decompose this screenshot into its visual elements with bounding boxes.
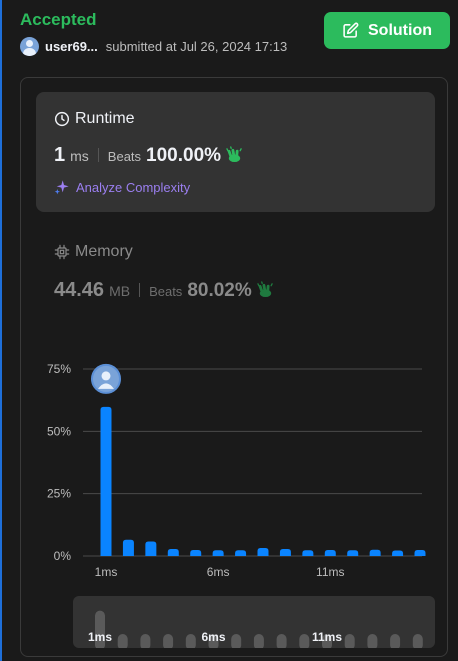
mini-chart-bar [163,634,174,648]
runtime-card[interactable]: Runtime 1 ms Beats 100.00% Analyze Compl… [36,92,435,212]
runtime-beats-percent: 100.00% [146,145,222,166]
mini-chart-bar [140,634,151,648]
analyze-complexity-link[interactable]: Analyze Complexity [54,179,190,195]
mini-x-tick-label: 11ms [312,630,342,644]
runtime-stats: 1 ms Beats 100.00% [54,144,244,167]
memory-title: Memory [54,243,133,261]
mini-chart-bar [299,634,310,648]
memory-value: 44.46 [54,279,105,301]
mini-chart-bar [367,634,378,648]
mini-chart-bar [344,634,355,648]
chart-bar [235,550,247,556]
chart-bar [302,550,314,556]
clapping-hands-icon [256,281,275,303]
mini-x-tick-label: 6ms [201,630,225,644]
chart-range-navigator[interactable]: 1ms 6ms 11ms [73,596,435,648]
status-accepted: Accepted [20,10,97,29]
x-tick-label: 11ms [316,565,344,579]
memory-title-label: Memory [75,243,133,260]
chart-bar [324,550,336,556]
chart-bar [167,549,179,556]
memory-beats-label: Beats [149,284,183,299]
chart-bar [100,406,112,556]
divider [139,283,141,297]
chart-bar [279,549,291,556]
chart-bar [145,541,157,556]
chart-bar [190,550,202,556]
solution-button-label: Solution [368,21,432,39]
mini-chart-bar [390,634,401,648]
y-tick-label: 25% [47,487,71,501]
clapping-hands-icon [225,146,244,168]
runtime-title: Runtime [54,110,135,128]
runtime-distribution-chart[interactable]: 75% 50% 25% 0% 1ms 6ms 11ms [40,360,440,590]
username-link[interactable]: user69... [45,39,98,54]
chart-bar [347,550,359,556]
y-tick-label: 75% [47,362,71,376]
runtime-unit: ms [70,148,89,164]
chart-bar [212,550,224,556]
mini-x-tick-label: 1ms [88,630,112,644]
chart-svg: 75% 50% 25% 0% 1ms 6ms 11ms [47,362,426,579]
submitted-timestamp: submitted at Jul 26, 2024 17:13 [105,39,288,54]
chart-bar [369,549,381,556]
divider [97,148,99,162]
memory-beats-percent: 80.02% [187,280,252,301]
chart-bar [392,550,404,556]
chart-bar [122,539,134,556]
mini-chart-bar [276,634,287,648]
runtime-beats-label: Beats [107,149,142,164]
mini-chart-bar [231,634,242,648]
chart-bar [257,548,269,556]
chip-icon [54,244,70,260]
submission-meta: user69... submitted at Jul 26, 2024 17:1… [20,37,287,56]
mini-chart-bar [412,634,423,648]
mini-chart-bar [117,634,128,648]
submission-header: Accepted user69... submitted at Jul 26, … [20,8,450,58]
memory-card[interactable]: Memory 44.46 MB Beats 80.02% [54,243,434,313]
mini-chart-svg: 1ms 6ms 11ms [88,610,423,648]
x-tick-label: 6ms [207,565,230,579]
y-tick-label: 0% [54,549,72,563]
user-avatar-icon[interactable] [20,37,39,56]
y-tick-label: 50% [47,424,71,438]
mini-chart-bar [185,634,196,648]
memory-unit: MB [109,283,131,299]
runtime-title-label: Runtime [75,110,135,127]
mini-chart-bar [253,634,264,648]
memory-stats: 44.46 MB Beats 80.02% [54,279,275,302]
analyze-complexity-label: Analyze Complexity [76,179,191,195]
avatar-head [101,371,111,381]
x-tick-label: 1ms [95,565,118,579]
window-left-edge [0,0,2,661]
chart-bar [414,550,426,556]
sparkle-icon [54,180,69,195]
solution-button[interactable]: Solution [324,12,450,49]
clock-icon [54,111,70,127]
edit-icon [343,22,359,38]
runtime-value: 1 [54,144,66,166]
